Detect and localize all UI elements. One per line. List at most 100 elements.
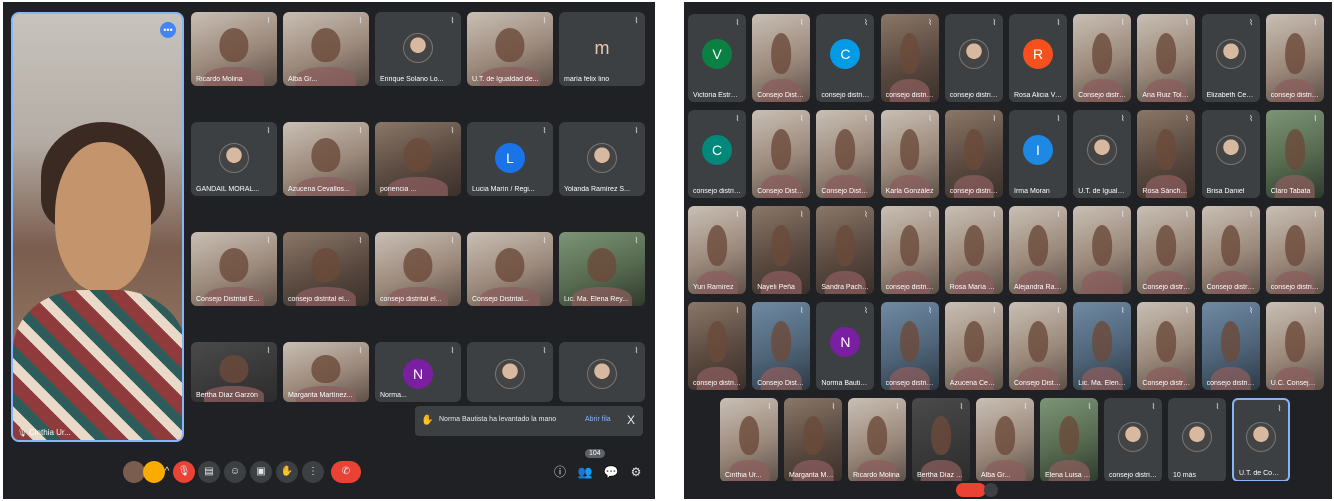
participant-tile[interactable]: m ⌇ maría felix lino — [559, 12, 645, 86]
participant-video — [403, 248, 433, 283]
participant-tile[interactable]: ⌇ Consejo distrital ele... — [1137, 302, 1196, 390]
participant-tile[interactable]: ⌇ U.T. de Igualdad de... — [467, 12, 553, 86]
participant-tile[interactable]: ⌇ Consejo Distrital E... — [191, 232, 277, 306]
participant-tile[interactable]: ⌇ Alba Gr... — [283, 12, 369, 86]
participant-tile[interactable]: ⌇ Elena Luisa Gómez — [1040, 398, 1098, 482]
participant-tile[interactable]: ⌇ Consejo Distrital Ele... — [752, 14, 811, 102]
participant-tile[interactable]: L ⌇ Lucia Marín / Regi... — [467, 122, 553, 196]
participant-tile[interactable]: ⌇ Ricardo Molina — [191, 12, 277, 86]
participant-tile[interactable]: ⌇ Consejo Distrital Ele... — [752, 302, 811, 390]
participant-tile[interactable]: ⌇ Consejo distrital ele... — [1201, 206, 1260, 294]
participant-tile[interactable]: ⌇ Claro Tabata — [1265, 110, 1324, 198]
participant-tile[interactable]: ⌇ Sandra Pacheco — [816, 206, 875, 294]
people-icon[interactable]: 👥 — [575, 462, 595, 482]
participant-tile[interactable]: N ⌇ Norma... — [375, 342, 461, 402]
participant-tile[interactable]: ⌇ GANDAIL MORAL... — [191, 122, 277, 196]
participant-name: Ricardo Molina — [853, 472, 900, 479]
participant-tile[interactable]: ⌇ Consejo distrital ele... — [1073, 14, 1132, 102]
participant-tile[interactable]: ⌇ 10 más — [1168, 398, 1226, 482]
participant-tile[interactable]: ⌇ Rosa Sánchez López — [1137, 110, 1196, 198]
participant-tile[interactable]: ⌇ consejo distrital ele... — [944, 14, 1003, 102]
participant-tile[interactable]: ⌇ Consejo Distrital Ele... — [1009, 302, 1067, 390]
participant-tile[interactable]: ⌇ Consejo Distrital... — [816, 110, 875, 198]
participant-tile[interactable]: V ⌇ Victoria Estrada — [688, 14, 746, 102]
participant-tile[interactable]: N ⌇ Norma Bautista — [816, 302, 875, 390]
participant-tile[interactable]: ⌇ Alejandra Ramos — [1009, 206, 1067, 294]
participant-video — [835, 129, 856, 170]
participant-tile[interactable]: R ⌇ Rosa Alicia Velázquez — [1009, 14, 1067, 102]
toolbar-button-right[interactable] — [984, 483, 998, 497]
participant-name: Alba Gr... — [981, 472, 1011, 479]
participant-tile[interactable]: C ⌇ consejo distrital ele... — [816, 14, 875, 102]
participant-tile[interactable]: ⌇ Cinthia Ur... — [720, 398, 778, 482]
participant-tile[interactable]: ⌇ consejo distrital ele... — [1265, 206, 1324, 294]
participant-video — [963, 321, 984, 362]
participant-tile[interactable]: ⌇ Alba Gr... — [976, 398, 1034, 482]
participant-tile[interactable]: ⌇ Lic. Ma. Elena Reyes... — [1073, 302, 1132, 390]
participant-tile[interactable]: ⌇ consejo distrital el... — [375, 232, 461, 306]
more-vert-icon[interactable]: ⋮ — [302, 461, 324, 483]
participant-tile[interactable]: ⌇ ponencia ... — [375, 122, 461, 196]
open-queue-link[interactable]: Abrir fila — [585, 416, 611, 423]
participant-tile[interactable]: ⌇ consejo distrital ele... — [944, 110, 1003, 198]
participant-tile[interactable]: ⌇ consejo distrital el... — [283, 232, 369, 306]
close-toast-button[interactable]: X — [627, 413, 635, 427]
participant-tile[interactable]: ⌇ Karla González — [880, 110, 939, 198]
participant-tile[interactable]: ⌇ Consejo Distrital... — [467, 232, 553, 306]
participant-tile[interactable]: ⌇ Brisa Daniel — [1201, 110, 1260, 198]
participant-video — [1284, 33, 1305, 74]
mic-status-icon: ⌇ — [992, 114, 997, 123]
participant-tile[interactable]: ⌇ consejo distrital... — [1265, 14, 1324, 102]
participant-tile[interactable]: I ⌇ Irma Moran — [1009, 110, 1067, 198]
mic-off-icon[interactable]: 🎙 — [173, 461, 195, 483]
participant-tile[interactable]: ⌇ consejo distrital ele... — [1104, 398, 1162, 482]
participant-tile[interactable]: ⌇ — [1073, 206, 1132, 294]
participant-tile[interactable]: ⌇ Yuri Ramírez — [688, 206, 746, 294]
participant-tile[interactable]: ⌇ consejo distrital ele... — [880, 302, 939, 390]
mic-status-icon: ⌇ — [266, 16, 271, 25]
participant-tile[interactable]: ⌇ Ricardo Molina — [848, 398, 906, 482]
more-options-icon[interactable]: ••• — [160, 22, 176, 38]
raise-hand-icon[interactable]: ✋ — [276, 461, 298, 483]
participant-tile[interactable]: ⌇ consejo distrital ele... — [1201, 302, 1260, 390]
participant-video — [403, 138, 433, 173]
participant-tile[interactable]: ⌇ consejo distrital ele... — [688, 302, 746, 390]
main-speaker-tile[interactable]: ••• Cinthia Ur... 🎙 — [11, 12, 184, 442]
participant-tile[interactable]: ⌇ Consejo Distrital Ele... — [752, 110, 811, 198]
participant-tile[interactable]: ⌇ Bertha Díaz Garzón — [912, 398, 970, 482]
participant-tile[interactable]: ⌇ U.T. de Comunicación... — [1232, 398, 1290, 482]
mic-status-icon: ⌇ — [735, 306, 740, 315]
mic-status-icon: ⌇ — [542, 346, 547, 355]
participant-tile[interactable]: ⌇ Consejo distrital ele... — [1137, 206, 1196, 294]
participant-tile[interactable]: ⌇ Ana Ruiz Toledo — [1137, 14, 1196, 102]
captions-icon[interactable]: ▤ — [198, 461, 220, 483]
activities-icon[interactable]: ⚙ — [626, 462, 646, 482]
participant-tile[interactable]: ⌇ Rosa María Hernández — [944, 206, 1003, 294]
participant-tile[interactable]: ⌇ Margarita Martínez... — [784, 398, 842, 482]
leave-call-button[interactable]: ✆ — [331, 461, 361, 483]
participant-tile[interactable]: ⌇ — [559, 342, 645, 402]
participant-tile[interactable]: ⌇ Azucena Cevallos... — [283, 122, 369, 196]
participant-tile[interactable]: ⌇ Enrique Solano Lo... — [375, 12, 461, 86]
participant-tile[interactable]: ⌇ consejo distrital ele... — [880, 14, 939, 102]
participant-tile[interactable]: ⌇ Margarita Martínez... — [283, 342, 369, 402]
present-screen-icon[interactable]: ▣ — [250, 461, 272, 483]
participant-tile[interactable]: ⌇ Elizabeth Cervantes... — [1201, 14, 1260, 102]
participant-tile[interactable]: ⌇ Nayeli Peña — [752, 206, 811, 294]
participant-tile[interactable]: ⌇ consejo distrital ele... — [880, 206, 939, 294]
participant-tile[interactable]: C ⌇ consejo distrital ele... — [688, 110, 746, 198]
participant-tile[interactable]: ⌇ U.T. de Igualdad de... — [1073, 110, 1132, 198]
emoji-icon[interactable]: ☺ — [224, 461, 246, 483]
speaker-face — [55, 142, 151, 292]
info-icon[interactable]: ⓘ — [550, 462, 570, 482]
participant-tile[interactable]: ⌇ U.C. Consejo Distrital... — [1265, 302, 1324, 390]
avatar-self-icon[interactable] — [123, 461, 145, 483]
participant-tile[interactable]: ⌇ Azucena Cevallos — [944, 302, 1003, 390]
participant-name: Azucena Cevallos... — [288, 186, 350, 193]
chat-icon[interactable]: 💬 — [601, 462, 621, 482]
participant-tile[interactable]: ⌇ — [467, 342, 553, 402]
participant-tile[interactable]: ⌇ Lic. Ma. Elena Rey... — [559, 232, 645, 306]
leave-call-button-right[interactable] — [956, 483, 986, 497]
participant-tile[interactable]: ⌇ Yolanda Ramírez S... — [559, 122, 645, 196]
participant-tile[interactable]: ⌇ Bertha Díaz Garzón — [191, 342, 277, 402]
